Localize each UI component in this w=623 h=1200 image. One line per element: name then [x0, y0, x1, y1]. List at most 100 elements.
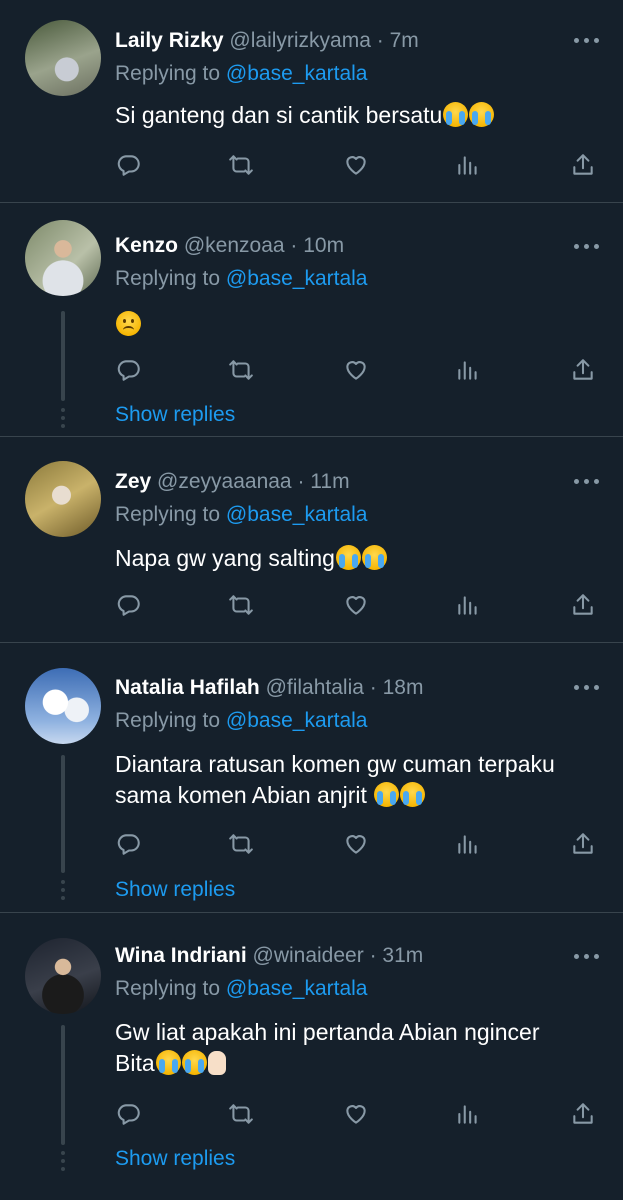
mention-link[interactable]: @base_kartala: [226, 62, 368, 85]
avatar[interactable]: [25, 938, 101, 1014]
show-replies-link[interactable]: Show replies: [115, 878, 235, 902]
retweet-button[interactable]: [226, 150, 256, 180]
tweet-header: Laily Rizky @lailyrizkyama · 7m: [115, 28, 419, 54]
thread-dots: [60, 408, 66, 432]
pointing-up-emoji: [207, 1051, 226, 1075]
more-icon[interactable]: [574, 38, 599, 43]
like-button[interactable]: [341, 829, 371, 859]
reply-tweet[interactable]: Kenzo @kenzoaa · 10m Replying to @base_k…: [0, 203, 623, 437]
tweet-text-line: sama komen Abian anjrit: [115, 782, 374, 808]
thread-line: [61, 755, 65, 873]
display-name[interactable]: Natalia Hafilah: [115, 676, 260, 699]
tweet-text: Si ganteng dan si cantik bersatu: [115, 100, 605, 131]
reply-button[interactable]: [114, 150, 144, 180]
tweet-text: Napa gw yang salting: [115, 543, 605, 574]
retweet-icon: [229, 834, 253, 854]
views-button[interactable]: [453, 355, 483, 385]
mention-link[interactable]: @base_kartala: [226, 709, 368, 732]
views-icon: [458, 835, 477, 854]
retweet-button[interactable]: [226, 590, 256, 620]
display-name[interactable]: Kenzo: [115, 234, 178, 257]
reply-button[interactable]: [114, 355, 144, 385]
thread-line: [61, 1025, 65, 1145]
frowning-face-emoji: [116, 311, 141, 336]
timestamp[interactable]: 11m: [310, 470, 349, 493]
tweet-text: [115, 309, 605, 340]
views-icon: [458, 596, 477, 615]
timestamp[interactable]: 7m: [390, 29, 419, 52]
user-handle[interactable]: @lailyrizkyama: [229, 29, 371, 52]
reply-icon: [117, 1104, 140, 1125]
action-bar: [114, 829, 598, 859]
like-button[interactable]: [341, 590, 371, 620]
share-icon: [573, 154, 593, 175]
reply-tweet[interactable]: Zey @zeyyaaanaa · 11m Replying to @base_…: [0, 437, 623, 643]
more-icon[interactable]: [574, 685, 599, 690]
reply-button[interactable]: [114, 829, 144, 859]
thread-dots: [60, 880, 66, 904]
reply-tweet[interactable]: Laily Rizky @lailyrizkyama · 7m Replying…: [0, 0, 623, 203]
tweet-text-line: Gw liat apakah ini pertanda Abian ngince…: [115, 1019, 540, 1045]
like-button[interactable]: [341, 355, 371, 385]
heart-icon: [346, 361, 366, 380]
timestamp[interactable]: 10m: [303, 234, 344, 257]
share-button[interactable]: [568, 150, 598, 180]
reply-icon: [117, 595, 140, 616]
replying-prefix: Replying to: [115, 267, 221, 290]
reply-icon: [117, 155, 140, 176]
share-button[interactable]: [568, 355, 598, 385]
replying-to: Replying to @base_kartala: [115, 267, 367, 291]
user-handle[interactable]: @kenzoaa: [184, 234, 285, 257]
mention-link[interactable]: @base_kartala: [226, 267, 368, 290]
action-bar: [114, 1099, 598, 1129]
display-name[interactable]: Laily Rizky: [115, 29, 224, 52]
more-icon[interactable]: [574, 954, 599, 959]
display-name[interactable]: Zey: [115, 470, 151, 493]
views-button[interactable]: [453, 150, 483, 180]
retweet-icon: [229, 155, 253, 175]
reply-tweet[interactable]: Wina Indriani @winaideer · 31m Replying …: [0, 913, 623, 1200]
tweet-header: Wina Indriani @winaideer · 31m: [115, 943, 423, 969]
avatar[interactable]: [25, 20, 101, 96]
avatar[interactable]: [25, 220, 101, 296]
reply-tweet[interactable]: Natalia Hafilah @filahtalia · 18m Replyi…: [0, 643, 623, 913]
more-icon[interactable]: [574, 244, 599, 249]
like-button[interactable]: [341, 150, 371, 180]
loudly-crying-emoji: [400, 782, 426, 807]
retweet-button[interactable]: [226, 355, 256, 385]
reply-button[interactable]: [114, 1099, 144, 1129]
timestamp[interactable]: 31m: [382, 944, 423, 967]
user-handle[interactable]: @filahtalia: [266, 676, 364, 699]
share-button[interactable]: [568, 829, 598, 859]
tweet-header: Natalia Hafilah @filahtalia · 18m: [115, 675, 423, 701]
avatar[interactable]: [25, 668, 101, 744]
mention-link[interactable]: @base_kartala: [226, 503, 368, 526]
user-handle[interactable]: @zeyyaaanaa: [157, 470, 292, 493]
show-replies-link[interactable]: Show replies: [115, 1147, 235, 1171]
display-name[interactable]: Wina Indriani: [115, 944, 247, 967]
views-button[interactable]: [453, 829, 483, 859]
avatar[interactable]: [25, 461, 101, 537]
action-bar: [114, 590, 598, 620]
heart-icon: [346, 156, 366, 175]
like-button[interactable]: [341, 1099, 371, 1129]
retweet-button[interactable]: [226, 829, 256, 859]
tweet-text: Diantara ratusan komen gw cuman terpaku …: [115, 749, 605, 811]
replying-to: Replying to @base_kartala: [115, 62, 367, 86]
timestamp[interactable]: 18m: [383, 676, 424, 699]
share-button[interactable]: [568, 590, 598, 620]
share-button[interactable]: [568, 1099, 598, 1129]
views-button[interactable]: [453, 590, 483, 620]
retweet-icon: [229, 1104, 253, 1124]
views-button[interactable]: [453, 1099, 483, 1129]
mention-link[interactable]: @base_kartala: [226, 977, 368, 1000]
show-replies-link[interactable]: Show replies: [115, 403, 235, 427]
more-icon[interactable]: [574, 479, 599, 484]
retweet-button[interactable]: [226, 1099, 256, 1129]
reply-button[interactable]: [114, 590, 144, 620]
share-icon: [573, 1103, 593, 1124]
user-handle[interactable]: @winaideer: [253, 944, 364, 967]
tweet-text-line: Bita: [115, 1050, 155, 1076]
loudly-crying-emoji: [181, 1050, 207, 1075]
reply-icon: [117, 360, 140, 381]
